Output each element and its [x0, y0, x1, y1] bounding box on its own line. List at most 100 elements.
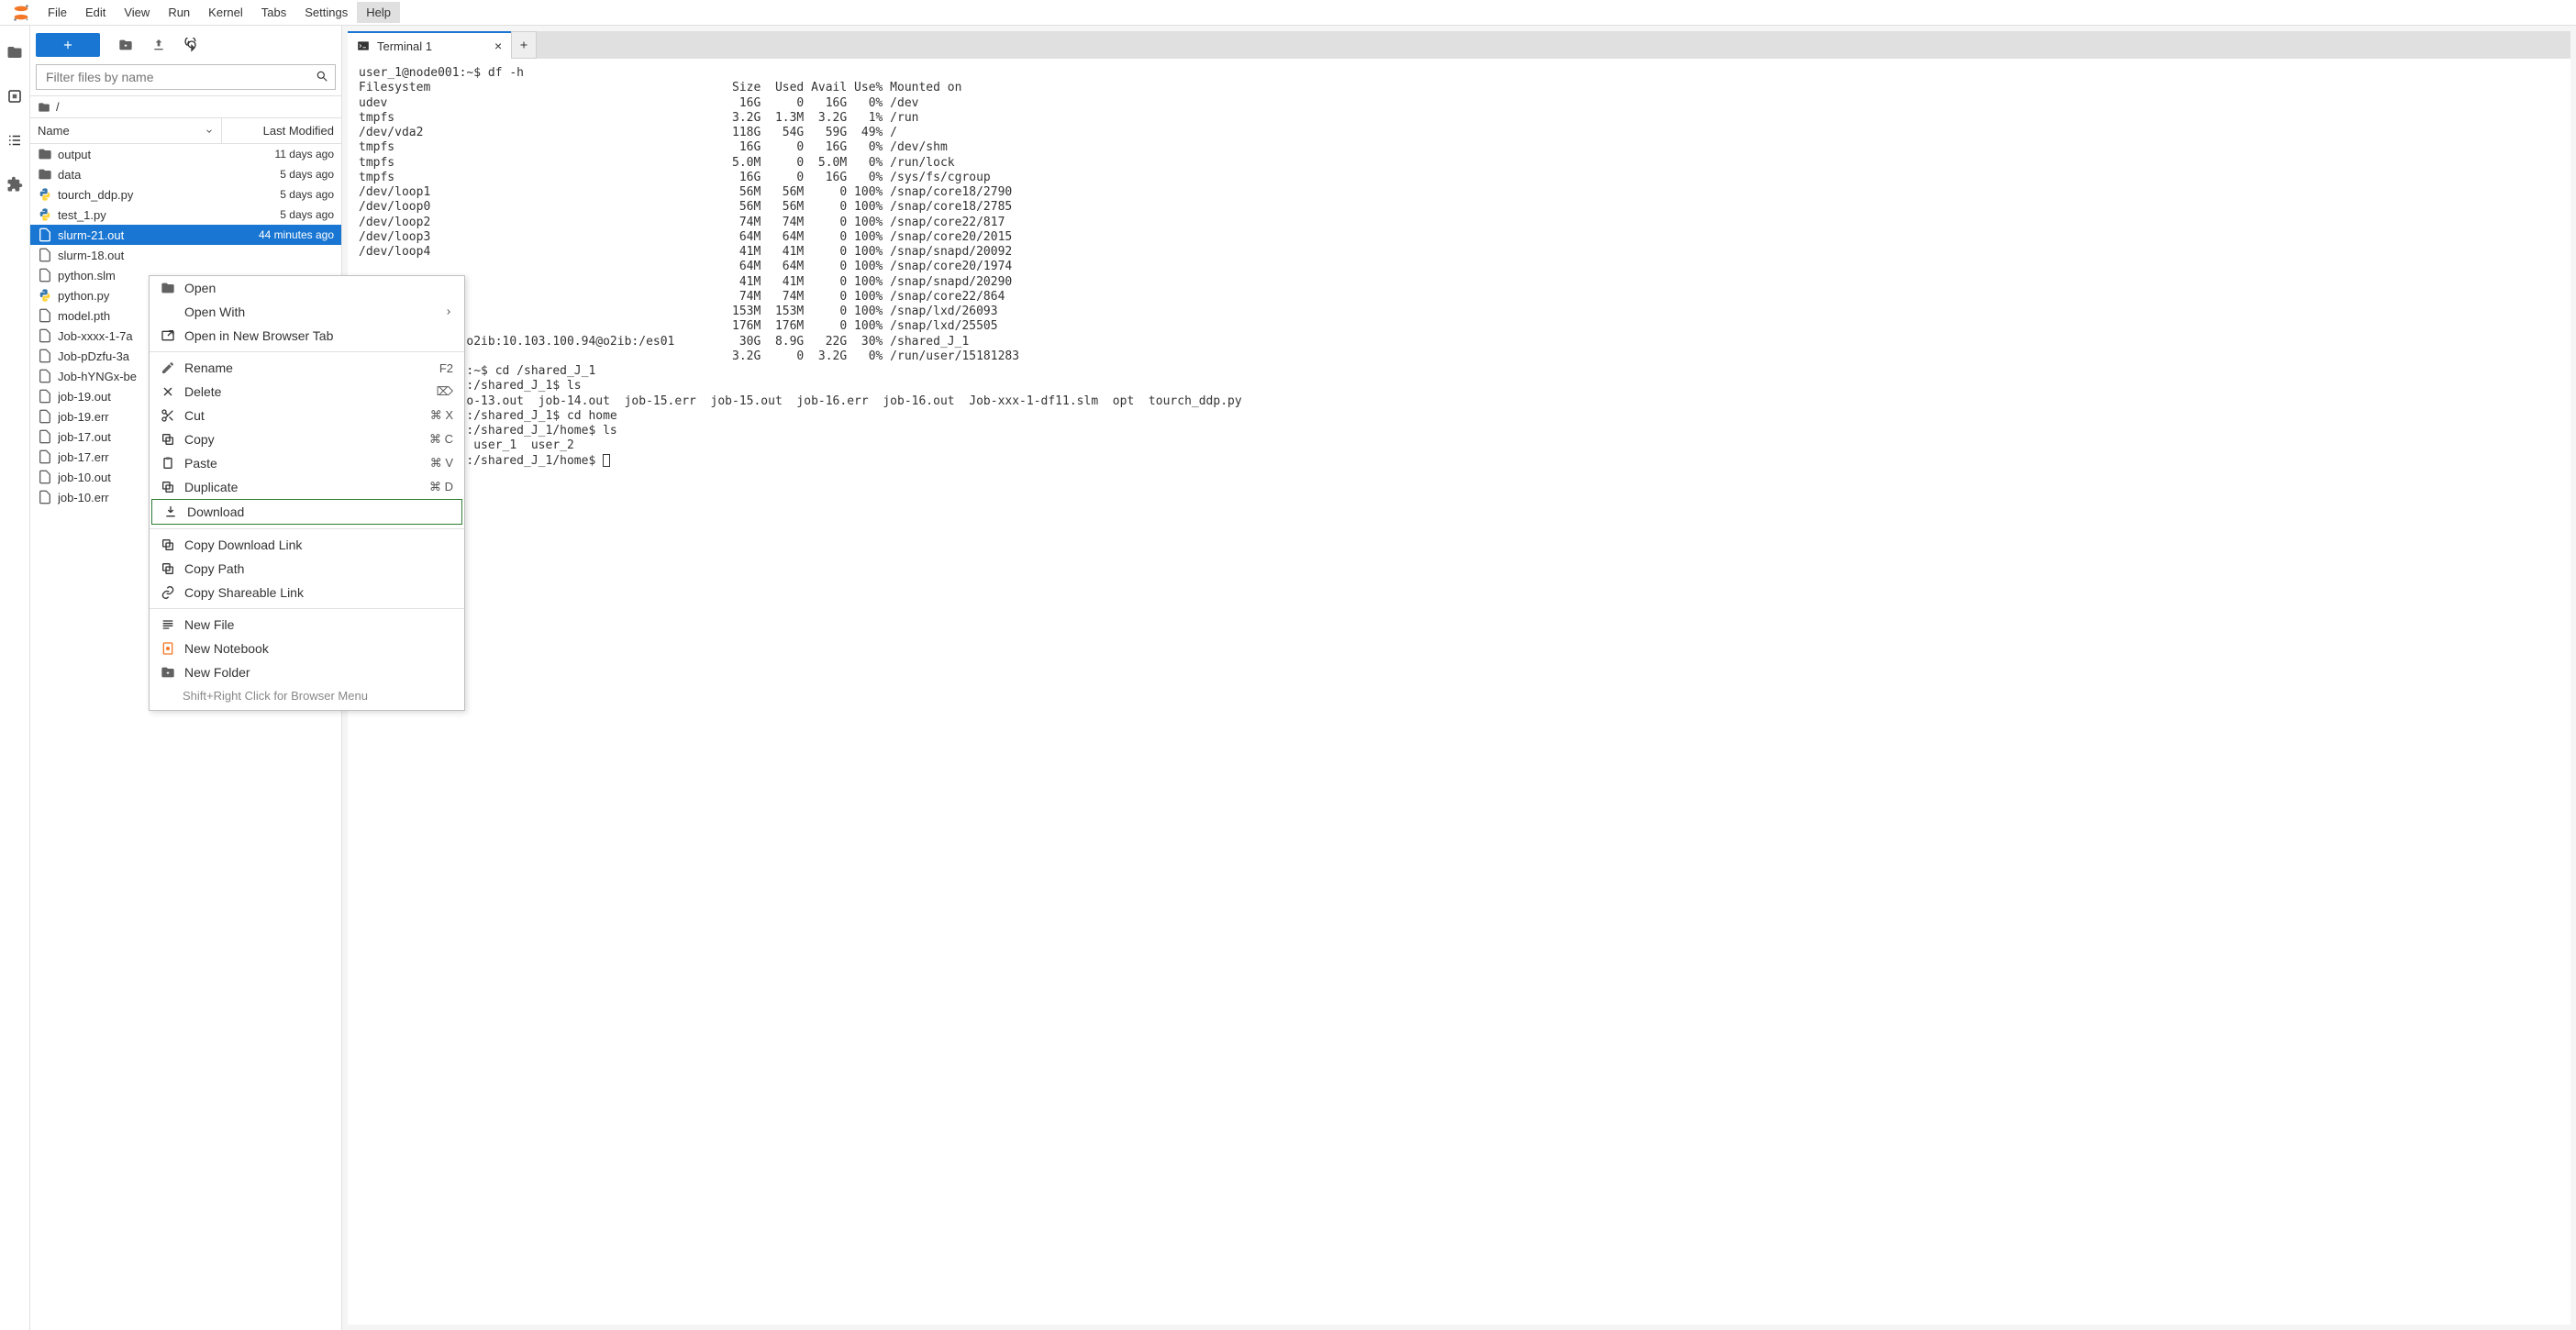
- file-icon: [38, 490, 52, 504]
- terminal-output[interactable]: user_1@node001:~$ df -h Filesystem Size …: [348, 59, 2570, 1324]
- col-name[interactable]: Name: [30, 118, 222, 143]
- file-name: slurm-18.out: [58, 249, 224, 262]
- duplicate-icon: [161, 480, 175, 494]
- tab-title: Terminal 1: [377, 39, 432, 53]
- filebrowser-icon[interactable]: [6, 44, 23, 61]
- file-modified: 44 minutes ago: [224, 228, 334, 241]
- tab-terminal[interactable]: Terminal 1 ×: [348, 31, 511, 59]
- file-row[interactable]: test_1.py5 days ago: [30, 205, 341, 225]
- menu-edit[interactable]: Edit: [76, 2, 115, 23]
- ctx-new-notebook[interactable]: New Notebook: [150, 637, 464, 660]
- toc-icon[interactable]: [6, 132, 23, 149]
- file-row[interactable]: tourch_ddp.py5 days ago: [30, 184, 341, 205]
- file-name: tourch_ddp.py: [58, 188, 224, 202]
- ctx-download[interactable]: Download: [151, 499, 462, 525]
- new-folder-icon[interactable]: [118, 38, 133, 52]
- link-icon: [161, 585, 175, 600]
- fb-header: Name Last Modified: [30, 117, 341, 144]
- file-icon: [38, 470, 52, 484]
- ctx-open-in-new-browser-tab[interactable]: Open in New Browser Tab: [150, 324, 464, 348]
- running-icon[interactable]: [6, 88, 23, 105]
- fb-filter: [36, 64, 336, 90]
- file-name: test_1.py: [58, 208, 224, 222]
- download-icon: [163, 504, 178, 519]
- file-row[interactable]: slurm-18.out: [30, 245, 341, 265]
- open-tab-icon: [161, 328, 175, 343]
- upload-icon[interactable]: [151, 38, 166, 52]
- ctx-duplicate[interactable]: Duplicate⌘ D: [150, 475, 464, 499]
- file-modified: 11 days ago: [224, 148, 334, 161]
- extensions-icon[interactable]: [6, 176, 23, 193]
- tab-bar: Terminal 1 ×: [348, 31, 2570, 59]
- ctx-cut[interactable]: Cut⌘ X: [150, 404, 464, 427]
- paste-icon: [161, 456, 175, 471]
- refresh-icon[interactable]: [184, 38, 199, 52]
- menu-file[interactable]: File: [39, 2, 76, 23]
- menu-run[interactable]: Run: [159, 2, 199, 23]
- menu-tabs[interactable]: Tabs: [252, 2, 295, 23]
- menu-view[interactable]: View: [115, 2, 159, 23]
- file-modified: 5 days ago: [224, 188, 334, 201]
- close-icon[interactable]: ×: [439, 39, 502, 53]
- file-icon: [38, 268, 52, 283]
- blank-icon: [161, 305, 175, 319]
- file-name: data: [58, 168, 224, 182]
- notebook-icon: [161, 641, 175, 656]
- file-icon: [38, 328, 52, 343]
- copy-icon: [161, 538, 175, 552]
- new-launcher-button[interactable]: [36, 33, 100, 57]
- lines-icon: [161, 617, 175, 632]
- separator: [150, 528, 464, 529]
- file-icon: [38, 409, 52, 424]
- file-icon: [38, 389, 52, 404]
- ctx-open[interactable]: Open: [150, 276, 464, 300]
- activity-bar: [0, 26, 30, 1330]
- breadcrumb[interactable]: /: [30, 95, 341, 117]
- open-folder-icon: [161, 281, 175, 295]
- menu-kernel[interactable]: Kernel: [199, 2, 252, 23]
- folder-icon: [38, 147, 52, 161]
- file-icon: [38, 449, 52, 464]
- folder-plus-icon: [161, 665, 175, 680]
- tab-add-button[interactable]: [511, 31, 537, 59]
- x-icon: [161, 384, 175, 399]
- breadcrumb-root[interactable]: /: [56, 100, 60, 114]
- ctx-copy-download-link[interactable]: Copy Download Link: [150, 533, 464, 557]
- file-name: output: [58, 148, 224, 161]
- file-icon: [38, 349, 52, 363]
- file-icon: [38, 248, 52, 262]
- jupyter-logo-icon: [11, 3, 31, 23]
- ctx-copy[interactable]: Copy⌘ C: [150, 427, 464, 451]
- ctx-new-file[interactable]: New File: [150, 613, 464, 637]
- col-modified[interactable]: Last Modified: [222, 118, 341, 143]
- menu-help[interactable]: Help: [357, 2, 400, 23]
- chevron-right-icon: [444, 307, 453, 316]
- folder-icon: [38, 101, 50, 114]
- ctx-tip: Shift+Right Click for Browser Menu: [150, 684, 464, 710]
- ctx-rename[interactable]: RenameF2: [150, 356, 464, 380]
- filter-input[interactable]: [36, 64, 336, 90]
- search-icon: [316, 70, 328, 83]
- menu-settings[interactable]: Settings: [295, 2, 357, 23]
- file-modified: 5 days ago: [224, 168, 334, 181]
- ctx-new-folder[interactable]: New Folder: [150, 660, 464, 684]
- copy-icon: [161, 432, 175, 447]
- ctx-open-with[interactable]: Open With: [150, 300, 464, 324]
- file-row[interactable]: data5 days ago: [30, 164, 341, 184]
- fb-toolbar: [30, 26, 341, 64]
- python-icon: [38, 288, 52, 303]
- pencil-icon: [161, 360, 175, 375]
- ctx-copy-shareable-link[interactable]: Copy Shareable Link: [150, 581, 464, 604]
- file-icon: [38, 429, 52, 444]
- ctx-paste[interactable]: Paste⌘ V: [150, 451, 464, 475]
- file-icon: [38, 227, 52, 242]
- separator: [150, 351, 464, 352]
- ctx-copy-path[interactable]: Copy Path: [150, 557, 464, 581]
- file-modified: 5 days ago: [224, 208, 334, 221]
- python-icon: [38, 187, 52, 202]
- file-row[interactable]: output11 days ago: [30, 144, 341, 164]
- file-row[interactable]: slurm-21.out44 minutes ago: [30, 225, 341, 245]
- chevron-down-icon: [205, 127, 214, 136]
- copy-icon: [161, 561, 175, 576]
- ctx-delete[interactable]: Delete⌦: [150, 380, 464, 404]
